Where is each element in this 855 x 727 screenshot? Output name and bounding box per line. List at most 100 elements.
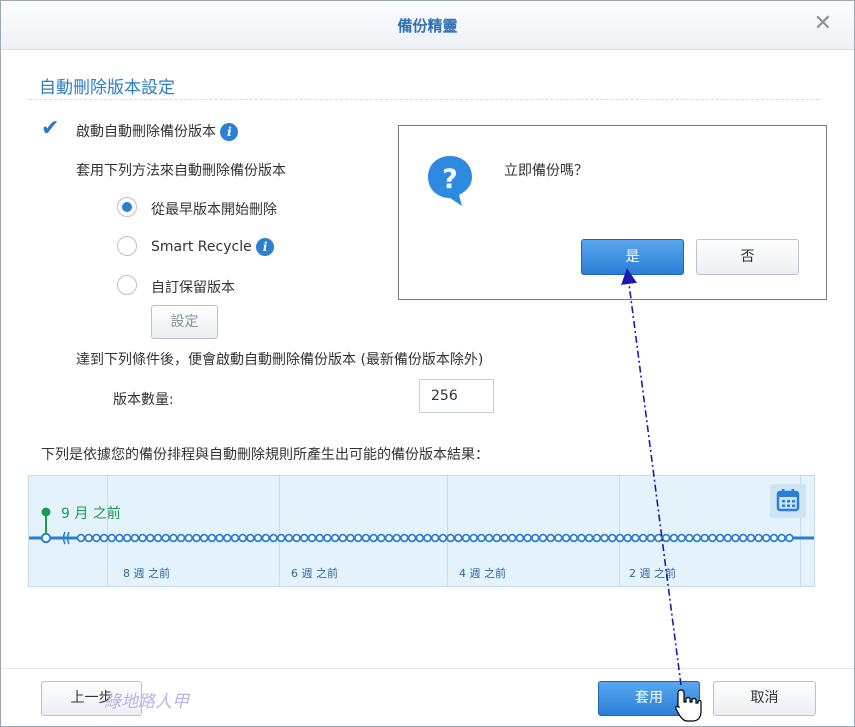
version-dot: [40, 532, 52, 544]
version-dot: [507, 533, 517, 543]
apply-button[interactable]: 套用: [598, 681, 700, 716]
version-count-label: 版本數量:: [113, 392, 174, 408]
version-dot: [223, 533, 232, 543]
version-dot: [631, 533, 640, 543]
version-dot: [276, 533, 286, 543]
version-dot: [292, 533, 301, 543]
version-dot: [669, 533, 679, 543]
version-dot: [207, 533, 217, 543]
version-dot: [723, 533, 733, 543]
version-dot: [407, 533, 417, 543]
version-dot: [738, 533, 748, 543]
version-dot: [684, 533, 694, 543]
version-dot: [253, 533, 263, 543]
backup-wizard-window: 備份精靈 ✕ 自動刪除版本設定 ✔ 啟動自動刪除備份版本 i 套用下列方法來自動…: [0, 0, 855, 727]
info-icon[interactable]: i: [256, 238, 275, 256]
version-dot: [146, 533, 155, 543]
no-button[interactable]: 否: [696, 239, 799, 275]
version-dot: [384, 533, 394, 543]
version-dot: [538, 533, 548, 543]
version-dot: [654, 533, 663, 543]
version-dot: [708, 533, 717, 543]
version-dot: [484, 533, 494, 543]
version-dot: [492, 533, 502, 543]
radio-oldest-first[interactable]: [117, 197, 137, 217]
version-dot: [115, 533, 124, 543]
version-dot: [692, 533, 702, 543]
version-dot: [307, 533, 317, 543]
dialog-message: 立即備份嗎？: [504, 163, 588, 179]
section-title: 自動刪除版本設定: [39, 78, 175, 98]
version-dot: [469, 533, 479, 543]
version-dot: [561, 533, 571, 543]
version-count-input[interactable]: 256: [419, 379, 494, 413]
version-dot: [777, 533, 786, 543]
version-dot: [515, 533, 525, 543]
calendar-icon[interactable]: [770, 484, 806, 518]
version-dot: [646, 533, 656, 543]
version-dot: [592, 533, 602, 543]
version-dot: [315, 533, 325, 543]
version-dot: [423, 533, 432, 543]
option-smart-recycle-label: Smart Recycle i: [151, 238, 275, 256]
version-dot: [122, 533, 132, 543]
version-dot: [153, 533, 163, 543]
version-timeline: 8 週 之前 6 週 之前 4 週 之前 2 週 之前 9 月 之前: [28, 475, 815, 587]
radio-smart-recycle[interactable]: [117, 236, 137, 256]
timeline-caption: 下列是依據您的備份排程與自動刪除規則所產生出可能的備份版本結果：: [41, 447, 489, 463]
version-dot: [269, 533, 278, 543]
version-dot: [754, 533, 763, 543]
condition-text: 達到下列條件後，便會啟動自動刪除備份版本 (最新備份版本除外): [76, 352, 484, 368]
version-dot: [546, 533, 555, 543]
yes-button[interactable]: 是: [581, 239, 684, 275]
question-bubble-icon: ?: [426, 154, 474, 212]
version-dot: [346, 533, 355, 543]
close-icon[interactable]: ✕: [814, 11, 832, 36]
timeline-track: [29, 507, 814, 545]
title-bar: 備份精靈 ✕: [1, 1, 854, 50]
version-dot: [523, 533, 532, 543]
version-dot: [184, 533, 194, 543]
version-dot: [785, 533, 794, 543]
method-heading: 套用下列方法來自動刪除備份版本: [76, 163, 286, 179]
version-dot: [284, 533, 294, 543]
settings-button[interactable]: 設定: [151, 305, 218, 339]
version-dot: [246, 533, 255, 543]
version-dot: [161, 533, 171, 543]
version-dot: [84, 533, 93, 543]
version-dot: [477, 533, 486, 543]
version-dot: [438, 533, 448, 543]
version-dot: [615, 533, 625, 543]
version-dot: [369, 533, 378, 543]
version-dot: [761, 533, 771, 543]
version-dot: [176, 533, 186, 543]
svg-text:?: ?: [442, 164, 458, 195]
version-dot: [677, 533, 686, 543]
version-dot: [107, 533, 117, 543]
option-oldest-first-label: 從最早版本開始刪除: [151, 202, 277, 218]
version-dot: [138, 533, 147, 543]
version-dot: [600, 533, 609, 543]
radio-custom-retention[interactable]: [117, 275, 137, 295]
version-dot: [453, 533, 463, 543]
version-dot: [623, 533, 632, 543]
version-dot: [261, 533, 271, 543]
version-dot: [446, 533, 455, 543]
enable-auto-delete-checkbox[interactable]: ✔: [41, 118, 63, 140]
version-dot: [338, 533, 348, 543]
timeline-marker-dot: [41, 507, 51, 517]
version-dot: [607, 533, 617, 543]
version-dot: [199, 533, 209, 543]
info-icon[interactable]: i: [220, 123, 239, 141]
version-dot: [215, 533, 224, 543]
version-dot: [500, 533, 509, 543]
confirm-dialog: ? 立即備份嗎？ 是 否: [398, 125, 827, 300]
watermark: 綠地路人甲: [104, 692, 189, 712]
version-dot: [554, 533, 563, 543]
enable-auto-delete-label: 啟動自動刪除備份版本 i: [76, 121, 239, 141]
version-dot: [361, 533, 371, 543]
version-dot: [461, 533, 471, 543]
cancel-button[interactable]: 取消: [713, 681, 816, 716]
option-custom-retention-label: 自訂保留版本: [151, 280, 235, 296]
version-dot: [353, 533, 363, 543]
